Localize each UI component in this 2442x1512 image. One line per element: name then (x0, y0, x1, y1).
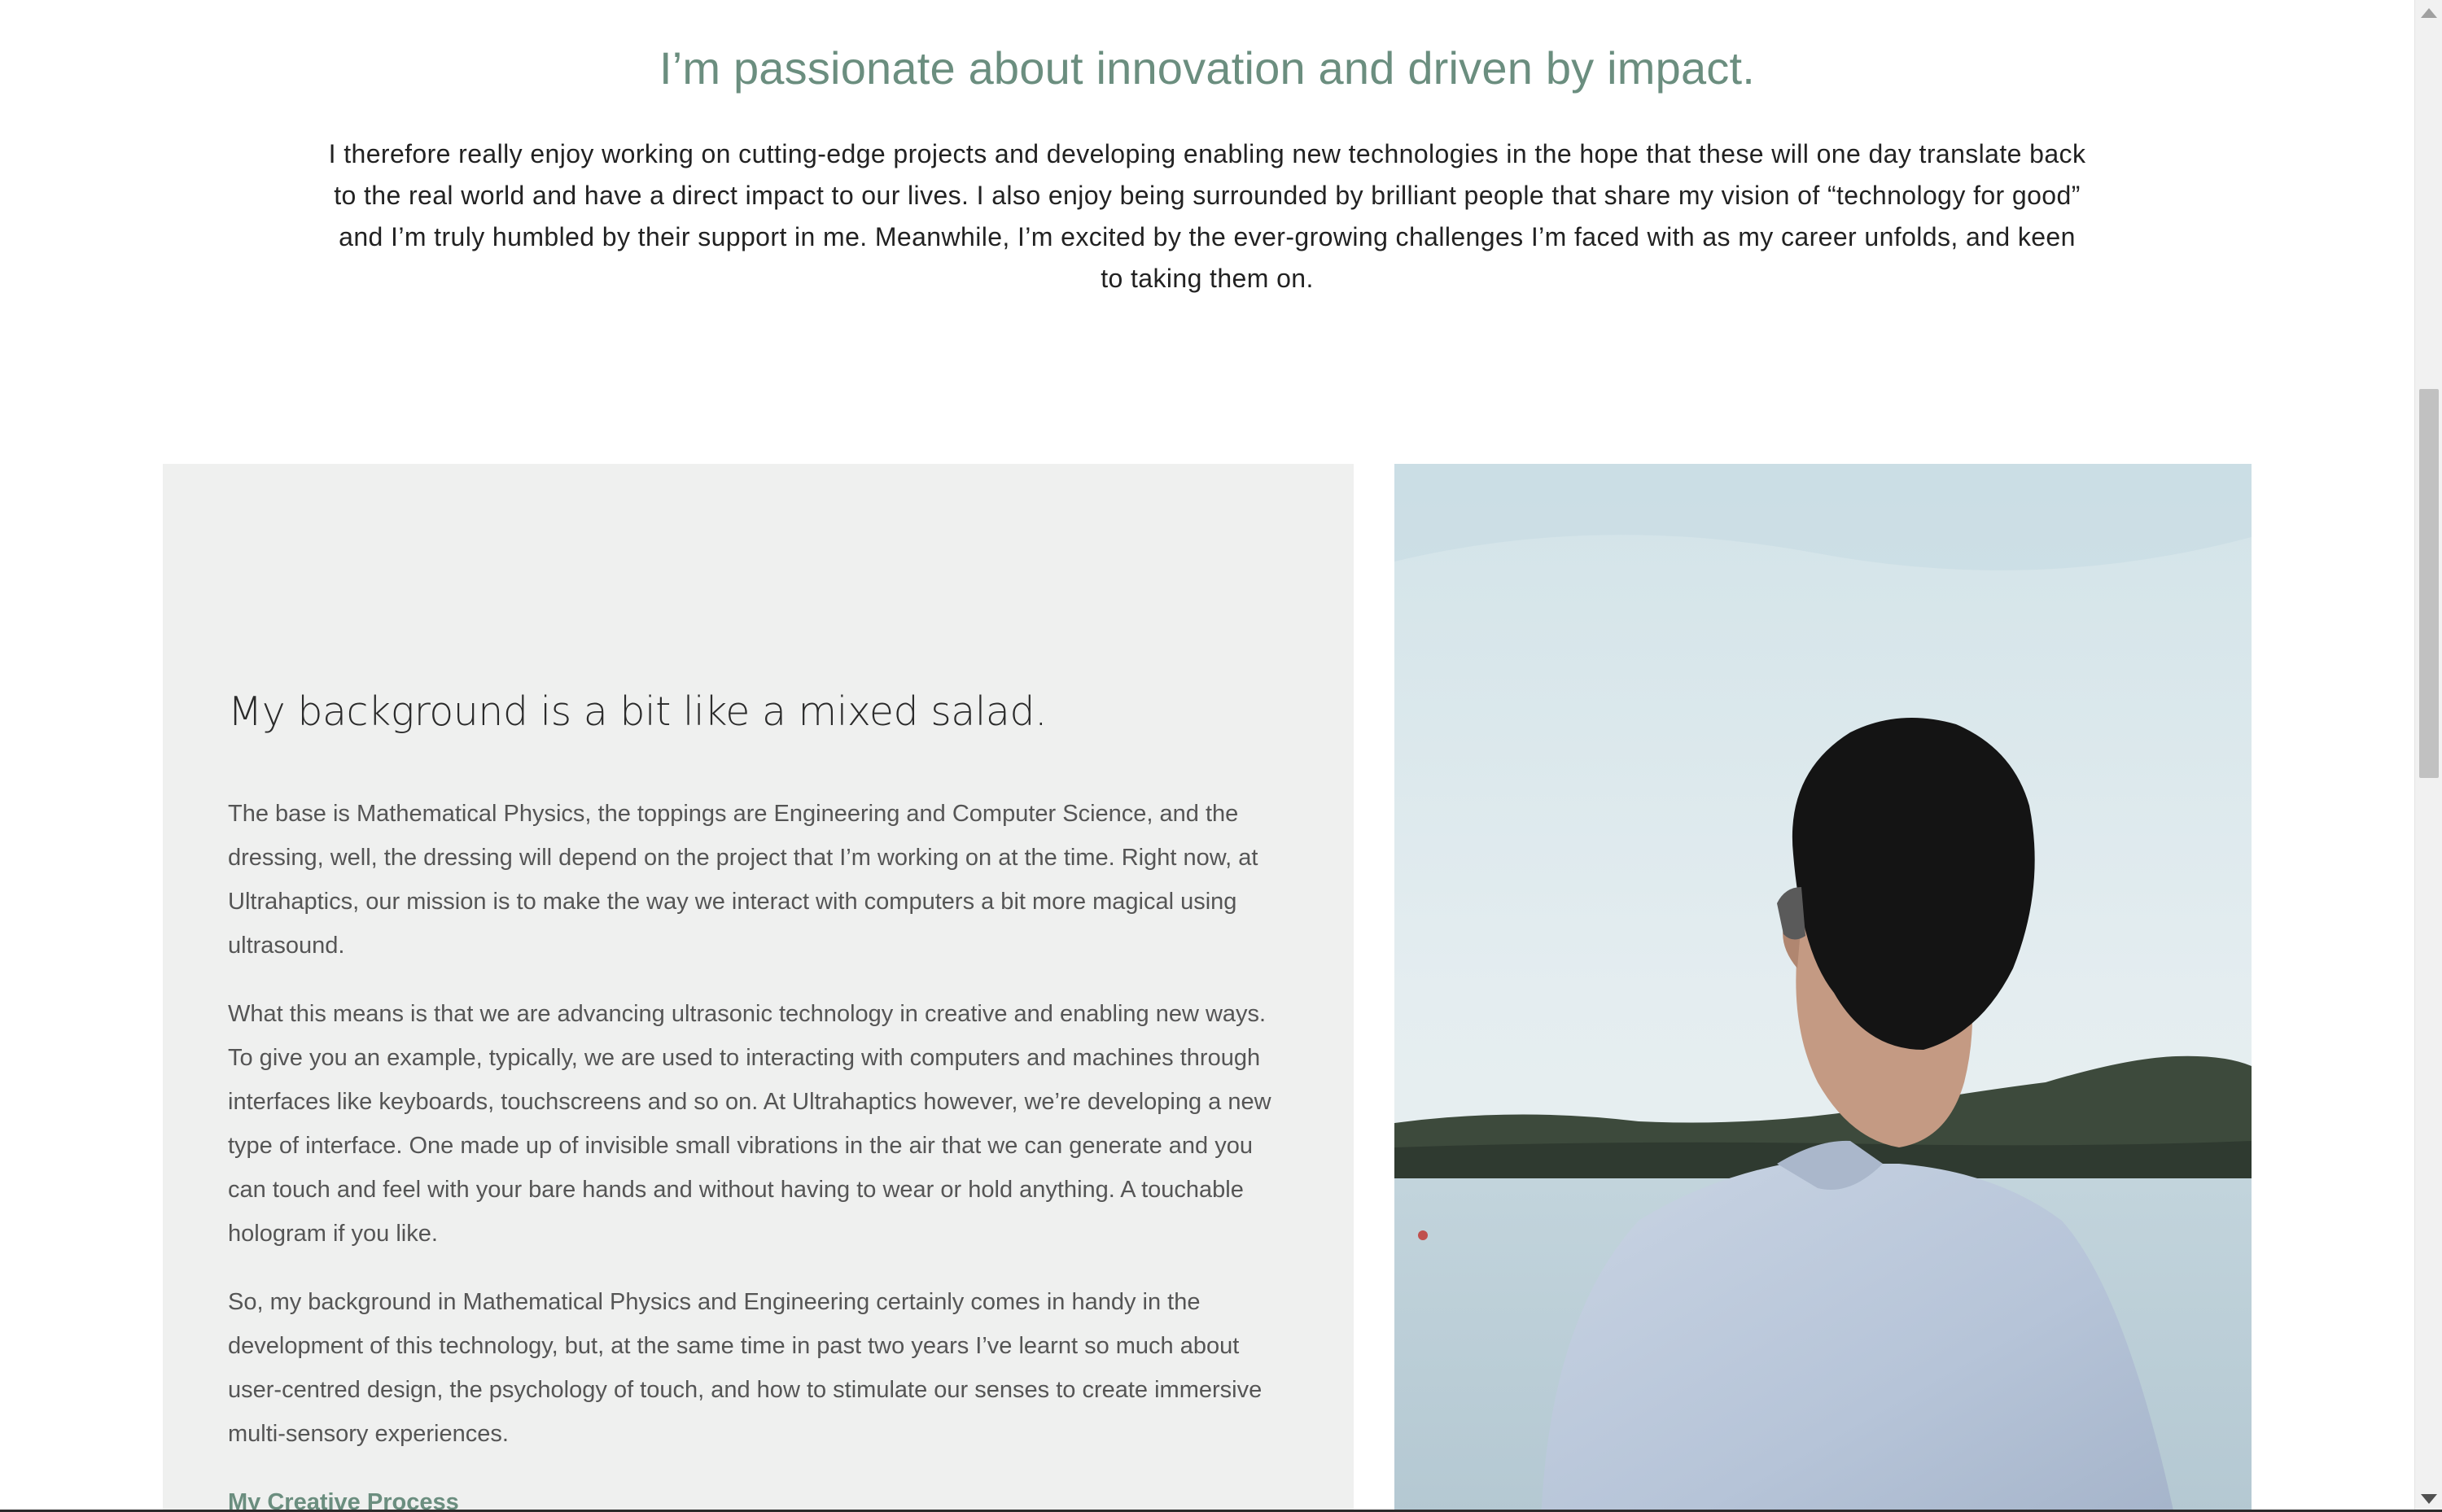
page-content: I’m passionate about innovation and driv… (0, 0, 2414, 1512)
background-paragraph-2: What this means is that we are advancing… (228, 1001, 1271, 1247)
background-text: The base is Mathematical Physics, the to… (228, 792, 1286, 1512)
creative-process-link[interactable]: My Creative Process (228, 1480, 1286, 1512)
portrait-photo (1394, 464, 2252, 1512)
man-looking-at-lake-image (1394, 464, 2252, 1512)
background-paragraph-1: The base is Mathematical Physics, the to… (228, 801, 1258, 959)
background-heading: My background is a bit like a mixed sala… (228, 688, 1048, 735)
vertical-scrollbar[interactable] (2414, 0, 2442, 1512)
scrollbar-thumb[interactable] (2419, 389, 2439, 778)
hero-description: I therefore really enjoy working on cutt… (328, 139, 2086, 293)
background-paragraph-3: So, my background in Mathematical Physic… (228, 1289, 1263, 1447)
scroll-down-icon[interactable] (2421, 1494, 2437, 1504)
scroll-up-icon[interactable] (2421, 8, 2437, 18)
hero-title: I’m passionate about innovation and driv… (659, 42, 1756, 94)
background-panel: My background is a bit like a mixed sala… (163, 464, 1354, 1512)
